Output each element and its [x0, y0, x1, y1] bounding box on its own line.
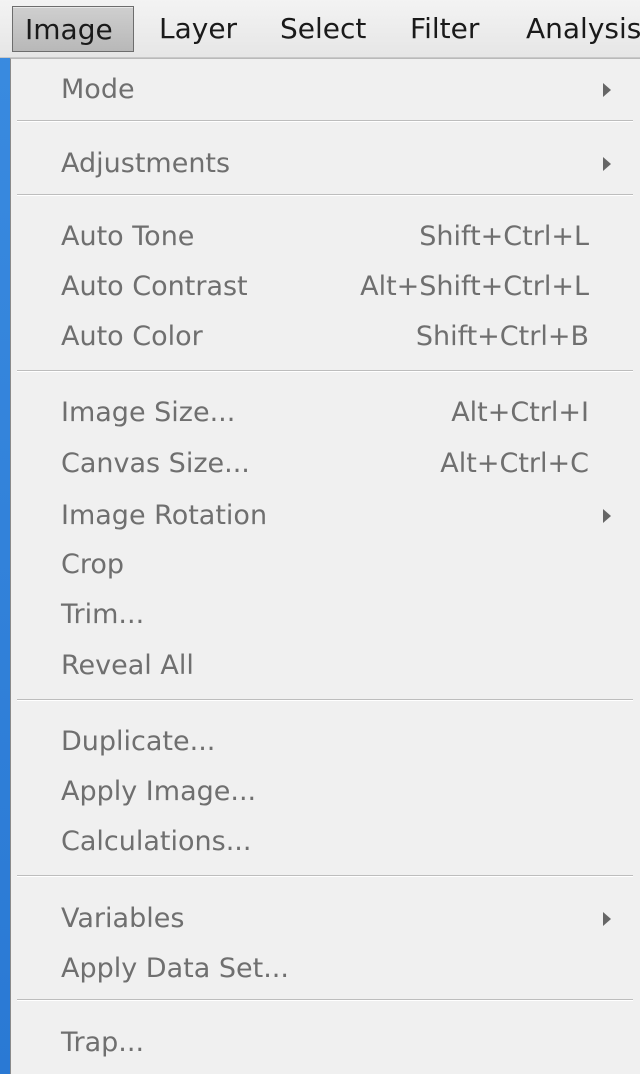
menu-item-label: Image Size... — [61, 397, 236, 428]
menu-item-image-rotation[interactable]: Image Rotation — [11, 492, 639, 540]
menu-item-label: Image Rotation — [61, 500, 268, 531]
menu-item-label: Mode — [61, 74, 135, 105]
menu-item-canvas-size[interactable]: Canvas Size... Alt+Ctrl+C — [11, 440, 639, 488]
menu-item-label: Auto Tone — [61, 221, 195, 252]
menu-item-image-size[interactable]: Image Size... Alt+Ctrl+I — [11, 389, 639, 437]
menu-item-label: Crop — [61, 549, 125, 580]
menu-separator — [17, 699, 633, 701]
menu-item-label: Calculations... — [61, 826, 252, 857]
menu-item-label: Apply Data Set... — [61, 953, 289, 984]
menu-separator — [17, 370, 633, 372]
menu-item-trim[interactable]: Trim... — [11, 591, 639, 639]
menu-filter[interactable]: Filter — [398, 6, 498, 52]
menu-item-shortcut: Alt+Ctrl+I — [451, 397, 589, 428]
menu-select[interactable]: Select — [268, 6, 378, 52]
menu-item-variables[interactable]: Variables — [11, 895, 639, 943]
menu-item-label: Adjustments — [61, 148, 231, 179]
submenu-arrow-icon — [603, 509, 611, 523]
menu-item-shortcut: Shift+Ctrl+B — [415, 321, 589, 352]
menu-item-calculations[interactable]: Calculations... — [11, 818, 639, 866]
menu-item-reveal-all[interactable]: Reveal All — [11, 642, 639, 690]
submenu-arrow-icon — [603, 912, 611, 926]
menu-bar: Image Layer Select Filter Analysis — [0, 0, 640, 58]
menu-item-label: Trim... — [61, 599, 145, 630]
menu-item-shortcut: Shift+Ctrl+L — [419, 221, 589, 252]
menu-item-label: Canvas Size... — [61, 448, 250, 479]
menu-separator — [17, 120, 633, 122]
submenu-arrow-icon — [603, 83, 611, 97]
menu-layer[interactable]: Layer — [147, 6, 247, 52]
menu-analysis[interactable]: Analysis — [514, 6, 640, 52]
menu-separator — [17, 999, 633, 1001]
screen: Image Layer Select Filter Analysis Mode … — [0, 0, 640, 1074]
menu-item-label: Trap... — [61, 1027, 145, 1058]
menu-separator — [17, 194, 633, 196]
menu-item-apply-image[interactable]: Apply Image... — [11, 768, 639, 816]
menu-item-label: Reveal All — [61, 650, 194, 681]
menu-item-auto-color[interactable]: Auto Color Shift+Ctrl+B — [11, 313, 639, 361]
menu-item-adjustments[interactable]: Adjustments — [11, 140, 639, 188]
menu-item-auto-tone[interactable]: Auto Tone Shift+Ctrl+L — [11, 213, 639, 261]
menu-item-crop[interactable]: Crop — [11, 541, 639, 589]
menu-item-shortcut: Alt+Shift+Ctrl+L — [360, 271, 589, 302]
menu-item-trap[interactable]: Trap... — [11, 1019, 639, 1067]
image-menu-dropdown: Mode Adjustments Auto Tone Shift+Ctrl+L … — [10, 58, 640, 1074]
menu-item-label: Apply Image... — [61, 776, 257, 807]
menu-separator — [17, 875, 633, 877]
menu-item-shortcut: Alt+Ctrl+C — [440, 448, 589, 479]
menu-item-apply-data-set[interactable]: Apply Data Set... — [11, 945, 639, 993]
menu-item-auto-contrast[interactable]: Auto Contrast Alt+Shift+Ctrl+L — [11, 263, 639, 311]
menu-image[interactable]: Image — [12, 6, 134, 52]
menu-item-label: Auto Contrast — [61, 271, 248, 302]
menu-item-label: Variables — [61, 903, 185, 934]
menu-item-mode[interactable]: Mode — [11, 66, 639, 114]
menu-item-duplicate[interactable]: Duplicate... — [11, 718, 639, 766]
menu-item-label: Auto Color — [61, 321, 203, 352]
menu-item-label: Duplicate... — [61, 726, 216, 757]
submenu-arrow-icon — [603, 157, 611, 171]
